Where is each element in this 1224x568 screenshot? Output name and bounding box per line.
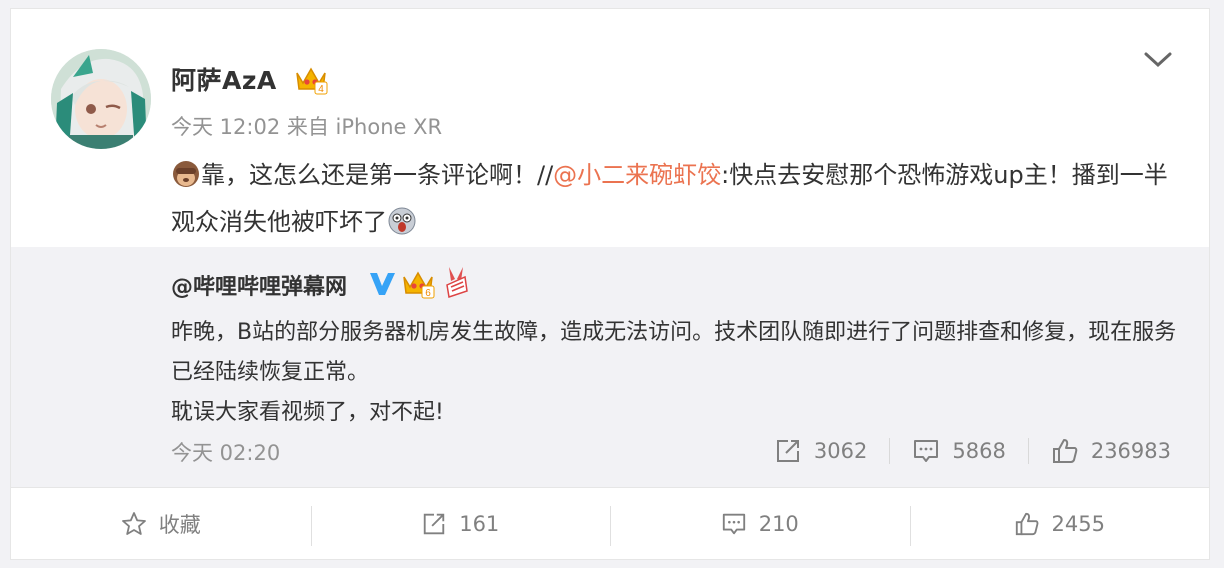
avatar[interactable] [51,49,151,149]
comment-icon [722,513,745,535]
thumbs-up-icon [1015,512,1038,536]
thumbs-up-icon [1052,439,1078,463]
svg-text:4: 4 [318,84,324,95]
svg-text:6: 6 [425,288,431,299]
original-comment-count: 5868 [952,439,1006,463]
star-icon [121,512,146,535]
crown-badge-icon: 6 [403,271,435,299]
verified-v-icon [370,273,395,295]
original-post-paragraph: 耽误大家看视频了，对不起! [171,400,444,425]
chevron-down-icon[interactable] [1143,49,1173,71]
original-repost-button[interactable]: 3062 [774,437,867,465]
repost-button[interactable]: 161 [310,488,611,560]
original-post-paragraph: 昨晚，B站的部分服务器机房发生故障，造成无法访问。技术团队随即进行了问题排查和修… [171,320,1177,385]
original-like-count: 236983 [1090,439,1171,463]
action-bar: 收藏 161 210 2455 [11,487,1209,560]
comment-count: 210 [758,512,799,536]
favorite-button[interactable]: 收藏 [11,488,311,560]
mention-link[interactable]: @小二来碗虾饺 [553,161,721,189]
see-no-evil-monkey-emoji [173,161,199,187]
original-post-text: 昨晚，B站的部分服务器机房发生故障，造成无法访问。技术团队随即进行了问题排查和修… [171,313,1181,433]
original-post-stats: 3062 5868 236983 [774,433,1171,469]
medal-ribbon-icon [446,267,468,298]
comment-button[interactable]: 210 [610,488,910,560]
repost-box: @哔哩哔哩弹幕网 6 昨晚，B站的部分服务器机房发生故障，造成无法访问。技术团队… [11,247,1209,487]
like-count: 2455 [1051,512,1105,536]
post-text: 靠，这怎么还是第一条评论啊！//@小二来碗虾饺:快点去安慰那个恐怖游戏up主！播… [171,152,1181,246]
post-meta: 今天 12:02 来自 iPhone XR [171,115,443,139]
original-comment-button[interactable]: 5868 [912,437,1006,465]
post-text-start: 靠，这怎么还是第一条评论啊！// [201,161,554,189]
favorite-label: 收藏 [158,513,201,537]
repost-icon [423,513,445,535]
original-repost-count: 3062 [813,439,868,463]
author-name[interactable]: 阿萨AzA [171,61,277,97]
repost-icon [776,440,799,462]
like-button[interactable]: 2455 [909,488,1210,560]
comment-icon [914,440,939,462]
scared-doge-emoji [388,207,416,235]
original-author[interactable]: @哔哩哔哩弹幕网 [171,269,347,301]
crown-badge-icon: 4 [296,67,328,95]
original-post-time[interactable]: 今天 02:20 [171,437,280,467]
repost-count: 161 [459,512,500,536]
stat-divider [889,438,891,464]
weibo-card: 阿萨AzA 4 今天 12:02 来自 iPhone XR 靠，这怎么还是第一条… [10,8,1210,560]
original-like-button[interactable]: 236983 [1051,437,1171,465]
stat-divider [1027,438,1029,464]
